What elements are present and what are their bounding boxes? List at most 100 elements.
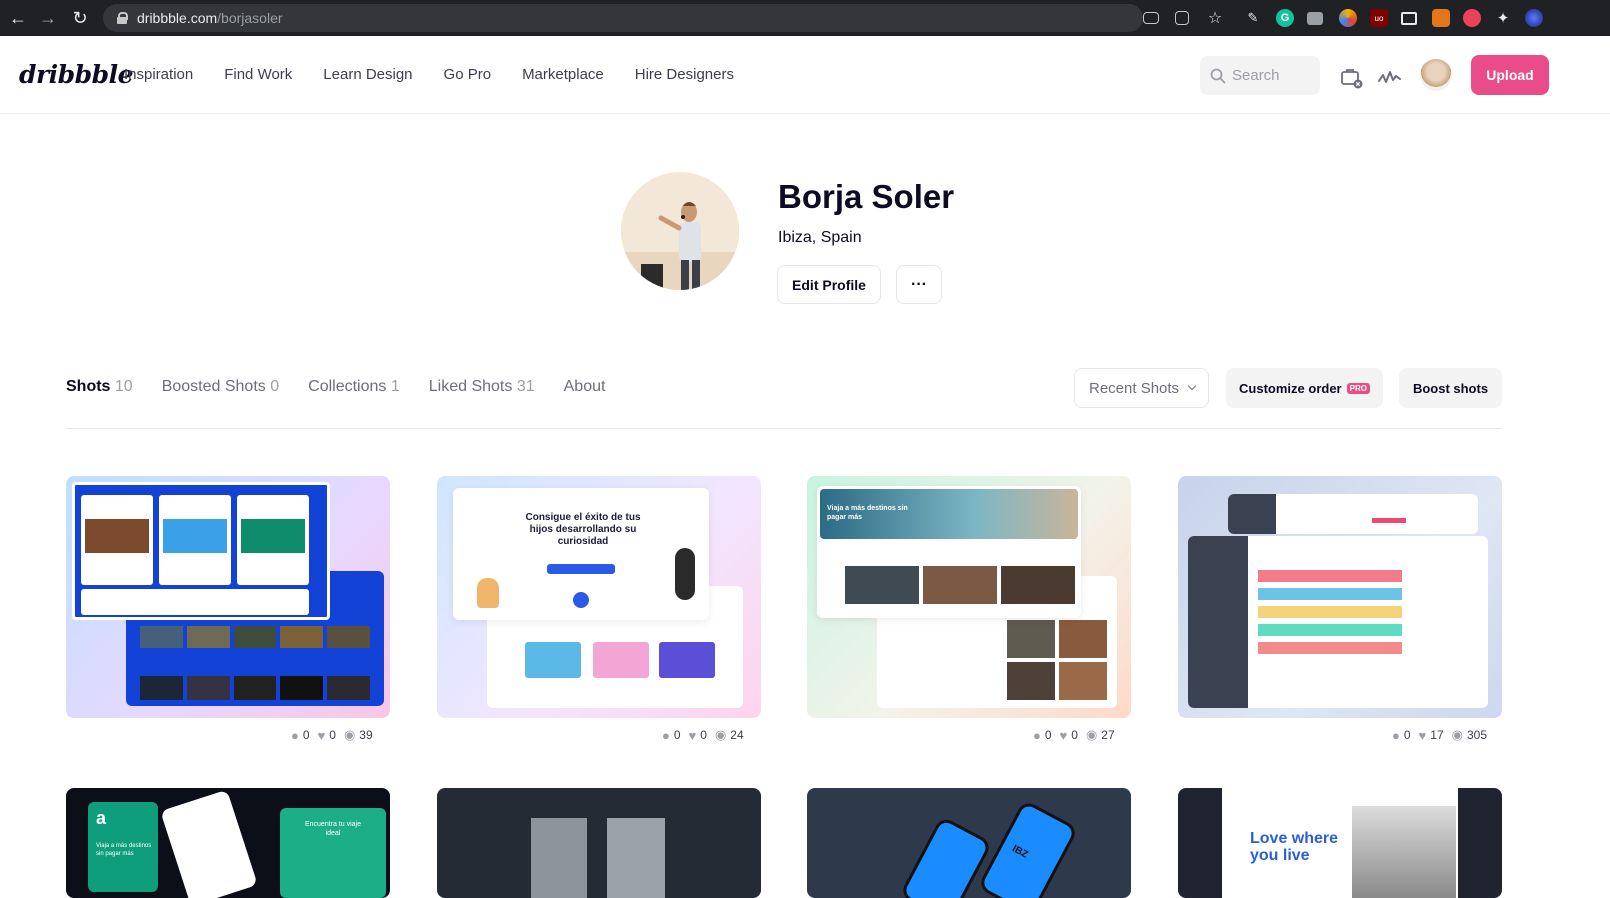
shot-card[interactable] [1178,476,1502,718]
address-bar[interactable]: dribbble.com/borjasoler [103,4,1143,32]
shot-card[interactable]: a Viaja a más destinos sin pagar más Enc… [66,788,390,898]
sort-dropdown[interactable]: Recent Shots [1074,368,1209,408]
shot-card[interactable]: Viaja a más destinos sin pagar más [807,476,1131,718]
likes-stat[interactable]: ♥ 17 [1419,728,1444,743]
shot-preview [1228,494,1478,534]
nav-find-work[interactable]: Find Work [224,66,292,83]
comments-stat: ● 0 [662,728,681,743]
tab-label: Collections [308,378,387,395]
nav-marketplace[interactable]: Marketplace [522,66,604,83]
shot-stats: ● 0 ♥ 0 ◉ 39 [291,727,373,743]
heart-icon: ♥ [1418,727,1427,743]
shot-preview: a Viaja a más destinos sin pagar más [88,802,158,892]
activity-icon[interactable] [1378,65,1402,89]
forward-icon[interactable]: → [32,0,64,36]
app-logo-icon: a [96,808,107,828]
nav-learn-design[interactable]: Learn Design [323,66,412,83]
profile-avatar [621,172,739,290]
heart-icon: ♥ [688,727,697,743]
pen-extension-icon[interactable]: ✎ [1244,9,1262,27]
tab-count: 0 [270,378,280,395]
speaker-photo [621,172,739,290]
extensions-puzzle-icon[interactable]: ✦ [1494,9,1512,27]
shot-card[interactable]: Consigue el éxito de tus hijos desarroll… [437,476,761,718]
nav-inspiration[interactable]: Inspiration [124,66,193,83]
view-count: 24 [730,728,744,742]
nav-go-pro[interactable]: Go Pro [444,66,492,83]
shot-card[interactable]: IBZ [807,788,1131,898]
tabs-divider [66,428,1502,429]
bookmark-star-icon[interactable]: ☆ [1206,9,1224,27]
shot-headline: Viaja a más destinos sin pagar más [827,505,908,521]
building-shape [531,818,587,898]
tab-shots[interactable]: Shots 10 [66,378,133,396]
pink-extension-icon[interactable] [1463,9,1481,27]
comment-count: 0 [1403,728,1411,742]
reload-icon[interactable]: ↻ [64,0,96,36]
shot-preview [72,482,330,620]
back-icon[interactable]: ← [2,0,34,36]
eye-icon: ◉ [1085,727,1098,742]
more-options-button[interactable]: ··· [896,265,942,304]
shot-headline: Viaja a más destinos sin pagar más [96,843,152,857]
customize-label: Customize order [1239,380,1342,396]
user-avatar[interactable] [1420,59,1452,91]
eye-icon: ◉ [714,727,727,742]
thumbnail-row [140,676,370,700]
shot-headline: Love where you live [1250,830,1339,864]
shot-label: IBZ [1010,843,1030,861]
views-stat: ◉ 305 [1452,727,1487,743]
window-extension-icon[interactable] [1401,12,1417,25]
dribbble-logo[interactable]: dribbble [19,60,134,89]
interior-photo [1352,806,1456,898]
profile-tabs: Shots 10 Boosted Shots 0 Collections 1 L… [66,378,634,396]
building-shape [607,818,665,898]
briefcase-icon[interactable] [1339,65,1363,89]
url-host: dribbble.com [137,10,218,26]
thumbnail-row [140,626,370,648]
likes-stat[interactable]: ♥ 0 [318,728,336,743]
camera-extension-icon[interactable] [1307,12,1323,25]
views-stat: ◉ 24 [715,727,744,743]
shot-card[interactable] [437,788,761,898]
tab-boosted-shots[interactable]: Boosted Shots 0 [162,378,279,396]
cast-icon[interactable] [1143,12,1159,24]
color-extension-icon[interactable] [1339,9,1357,27]
nav-hire-designers[interactable]: Hire Designers [635,66,734,83]
ublock-icon[interactable]: uo [1370,9,1388,27]
browser-toolbar: ← → ↻ dribbble.com/borjasoler ☆ ✎ G uo ✦ [0,0,1610,36]
sort-label: Recent Shots [1089,379,1180,397]
upload-button[interactable]: Upload [1471,55,1549,95]
profile-icon[interactable] [1525,9,1543,27]
heart-icon: ♥ [317,727,326,743]
comments-stat: ● 0 [291,728,310,743]
like-count: 0 [1071,728,1078,742]
tab-collections[interactable]: Collections 1 [308,378,400,396]
shot-preview: Consigue el éxito de tus hijos desarroll… [453,488,709,620]
comments-stat: ● 0 [1392,728,1411,743]
tab-liked-shots[interactable]: Liked Shots 31 [429,378,535,396]
shot-stats: ● 0 ♥ 0 ◉ 24 [662,727,744,743]
shot-card[interactable] [66,476,390,718]
likes-stat[interactable]: ♥ 0 [1060,728,1078,743]
likes-stat[interactable]: ♥ 0 [689,728,707,743]
metamask-icon[interactable] [1432,9,1450,27]
comment-icon: ● [1392,727,1400,743]
view-count: 27 [1101,728,1115,742]
shot-card[interactable]: Love where you live [1178,788,1502,898]
phone-mockup [160,789,258,898]
search-input[interactable]: Search [1200,56,1320,95]
views-stat: ◉ 39 [344,727,373,743]
customize-order-button[interactable]: Customize order PRO [1226,368,1383,408]
tab-about[interactable]: About [564,378,606,396]
qr-icon[interactable] [1175,11,1189,25]
comment-icon: ● [1033,727,1041,743]
eye-icon: ◉ [1451,727,1463,742]
boost-shots-button[interactable]: Boost shots [1399,368,1502,408]
shot-headline: Encuentra tu viaje ideal [304,821,362,837]
edit-profile-button[interactable]: Edit Profile [777,265,881,304]
url-path: /borjasoler [217,10,283,26]
tab-label: Boosted Shots [161,378,266,395]
grammarly-icon[interactable]: G [1276,9,1294,27]
profile-name: Borja Soler [778,178,955,215]
